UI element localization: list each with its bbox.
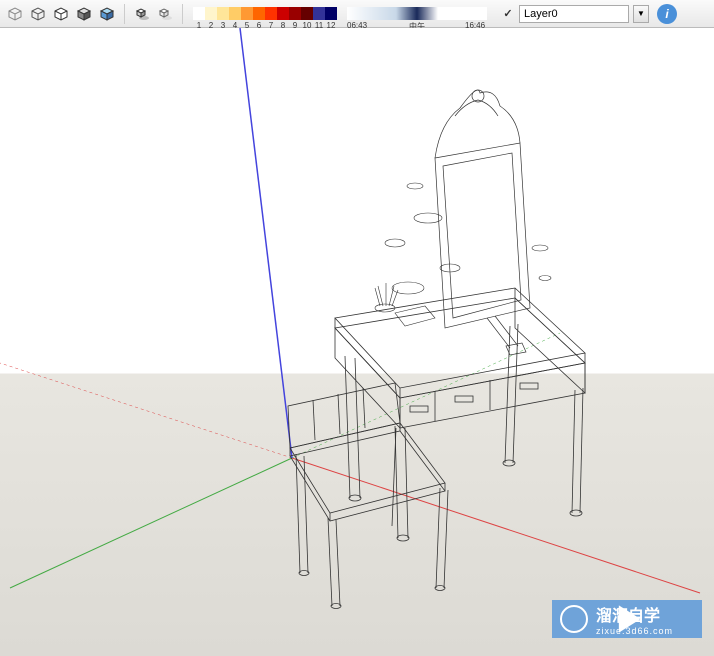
month-cell[interactable]: 1 (193, 7, 205, 20)
z-axis (240, 28, 292, 458)
shadow-toggle-button[interactable] (131, 3, 153, 25)
y-axis (10, 458, 292, 588)
shadow-group (131, 3, 176, 25)
model-accessories (375, 183, 551, 326)
layer-info-button[interactable]: i (657, 4, 677, 24)
wireframe-mode-button[interactable] (27, 3, 49, 25)
month-cell[interactable]: 8 (277, 7, 289, 20)
layer-dropdown-arrow[interactable]: ▼ (633, 5, 649, 23)
viewport-3d[interactable]: 溜溜自学 zixue.3d66.com (0, 28, 714, 656)
play-icon (560, 605, 588, 633)
shadow-icon (134, 6, 150, 22)
month-cell[interactable]: 9 (289, 7, 301, 20)
model-desk (335, 288, 585, 541)
xray-mode-button[interactable] (4, 3, 26, 25)
cube-wireframe-icon (30, 6, 46, 22)
month-cell[interactable]: 3 (217, 7, 229, 20)
month-cell[interactable]: 11 (313, 7, 325, 20)
y-axis-neg (292, 333, 560, 458)
model-mirror (435, 90, 530, 355)
cube-hidden-icon (53, 6, 69, 22)
date-slider[interactable]: 123456789101112 (193, 7, 337, 20)
cube-xray-icon (7, 6, 23, 22)
top-toolbar: 123456789101112 06:43 中午 16:46 ✓ Layer0 … (0, 0, 714, 28)
month-cell[interactable]: 4 (229, 7, 241, 20)
time-slider[interactable]: 06:43 中午 16:46 (347, 7, 487, 20)
time-gradient (347, 7, 487, 20)
shadow-settings-icon (157, 6, 173, 22)
cube-textured-icon (99, 6, 115, 22)
month-cell[interactable]: 6 (253, 7, 265, 20)
month-cell[interactable]: 7 (265, 7, 277, 20)
layer-selected-label: Layer0 (524, 8, 558, 20)
month-cell[interactable]: 5 (241, 7, 253, 20)
x-axis (292, 458, 700, 593)
layer-section: ✓ Layer0 ▼ i (501, 4, 677, 24)
layer-visible-icon[interactable]: ✓ (501, 7, 515, 21)
shaded-mode-button[interactable] (73, 3, 95, 25)
separator (182, 4, 183, 24)
model-chair (288, 383, 448, 609)
month-cell[interactable]: 12 (325, 7, 337, 20)
month-cell[interactable]: 10 (301, 7, 313, 20)
cube-shaded-icon (76, 6, 92, 22)
separator (124, 4, 125, 24)
display-style-group (4, 3, 118, 25)
watermark: 溜溜自学 zixue.3d66.com (552, 600, 702, 638)
layer-dropdown[interactable]: Layer0 (519, 5, 629, 23)
x-axis-neg (0, 363, 292, 458)
shadow-settings-button[interactable] (154, 3, 176, 25)
shaded-textures-mode-button[interactable] (96, 3, 118, 25)
model-canvas (0, 28, 714, 656)
hidden-line-mode-button[interactable] (50, 3, 72, 25)
month-cell[interactable]: 2 (205, 7, 217, 20)
